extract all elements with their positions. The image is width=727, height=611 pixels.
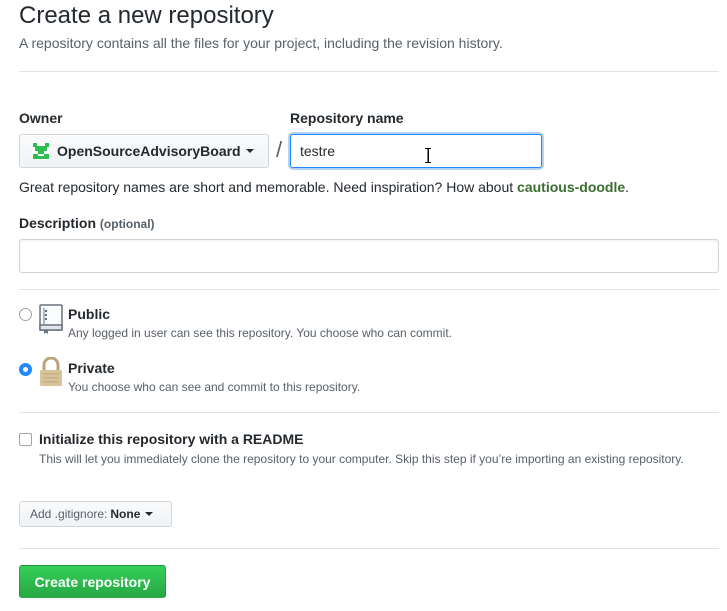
description-label-text: Description — [19, 215, 97, 231]
private-radio[interactable] — [19, 363, 32, 376]
owner-repo-separator: / — [276, 137, 283, 162]
owner-label: Owner — [19, 110, 63, 126]
create-repository-button[interactable]: Create repository — [19, 565, 166, 598]
repo-book-icon — [39, 304, 63, 339]
owner-select-value: OpenSourceAdvisoryBoard — [57, 143, 241, 159]
divider-readme — [19, 412, 719, 413]
hint-end: . — [625, 179, 630, 195]
name-suggestion-link[interactable]: cautious-doodle — [517, 179, 625, 195]
hint-text: Great repository names are short and mem… — [19, 179, 518, 195]
repository-name-input[interactable] — [290, 134, 542, 168]
description-optional-label: (optional) — [99, 217, 155, 231]
readme-note: This will let you immediately clone the … — [39, 452, 684, 466]
public-note: Any logged in user can see this reposito… — [68, 326, 452, 340]
repository-name-hint: Great repository names are short and mem… — [19, 179, 629, 195]
owner-select[interactable]: OpenSourceAdvisoryBoard — [19, 134, 269, 168]
page-subtitle: A repository contains all the files for … — [19, 35, 503, 51]
private-note: You choose who can see and commit to thi… — [68, 380, 361, 394]
gitignore-dropdown-button[interactable]: Add .gitignore: None — [19, 501, 172, 527]
public-title: Public — [68, 306, 111, 322]
divider-visibility — [19, 289, 719, 290]
description-label: Description (optional) — [19, 215, 155, 231]
readme-checkbox[interactable] — [19, 433, 32, 446]
chevron-down-icon — [245, 149, 254, 153]
repo-name-label: Repository name — [290, 110, 404, 126]
divider-top — [19, 71, 719, 72]
owner-avatar-icon — [32, 142, 50, 160]
divider-submit — [19, 548, 719, 549]
page-title: Create a new repository — [19, 2, 274, 29]
public-radio[interactable] — [19, 308, 32, 321]
gitignore-value: None — [110, 507, 141, 521]
private-title: Private — [68, 360, 115, 376]
readme-title: Initialize this repository with a README — [39, 431, 304, 447]
lock-icon — [38, 356, 64, 392]
gitignore-label: Add .gitignore: — [30, 507, 108, 521]
description-input[interactable] — [19, 239, 719, 273]
chevron-down-icon — [145, 512, 154, 516]
